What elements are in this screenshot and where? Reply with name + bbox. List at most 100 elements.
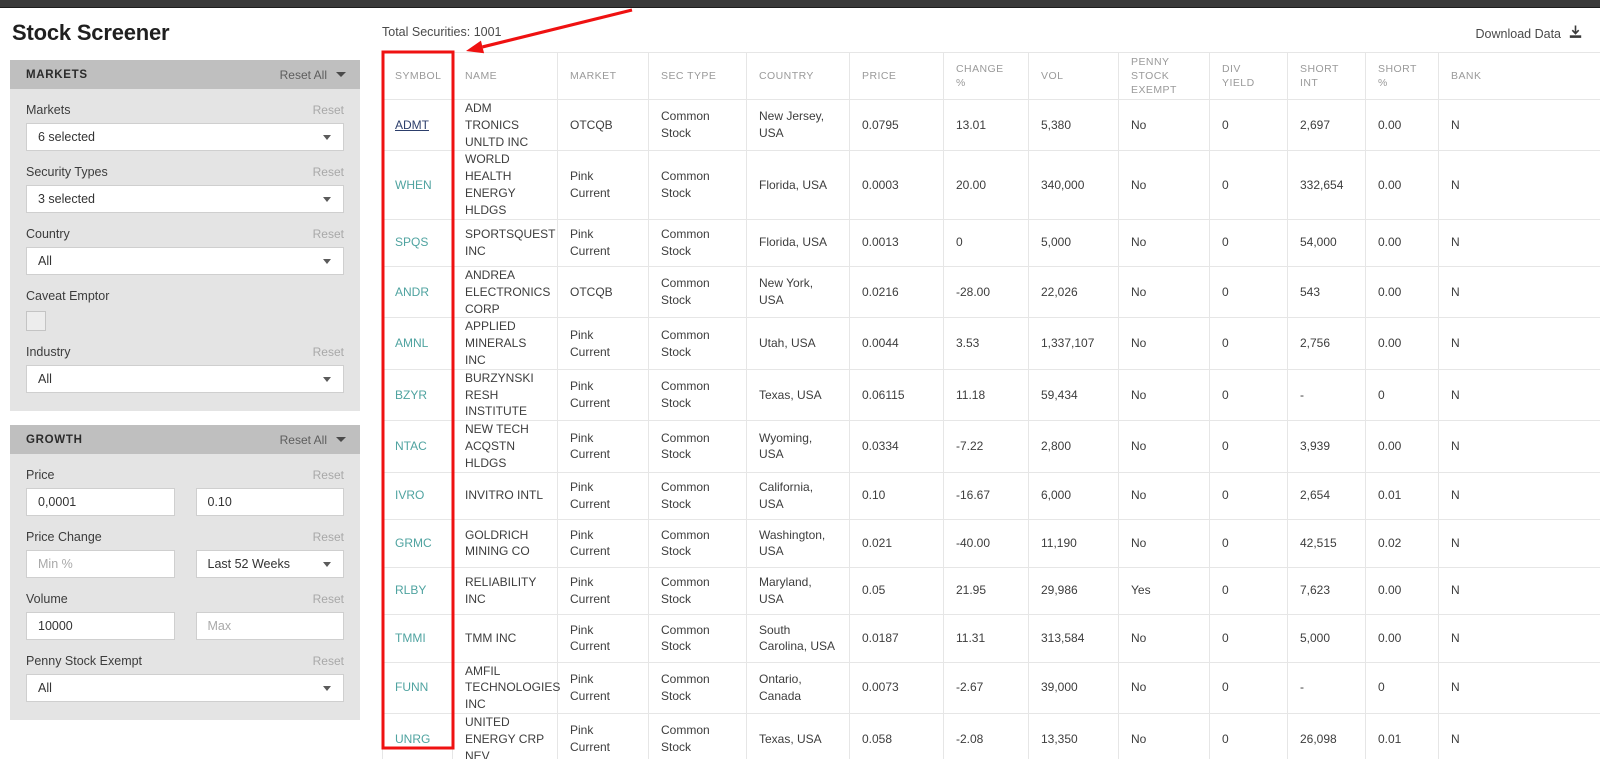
industry-select[interactable]: All <box>26 365 344 393</box>
cell-bank: N <box>1438 317 1600 370</box>
cell-country: California, USA <box>746 471 850 521</box>
table-row[interactable]: BZYR BURZYNSKI RESH INSTITUTE Pink Current… <box>382 368 1600 422</box>
filter-price-change-reset[interactable]: Reset <box>313 530 344 544</box>
chevron-down-icon <box>323 561 331 567</box>
volume-max-input[interactable]: Max <box>195 612 344 640</box>
cell-bank: N <box>1438 614 1600 663</box>
table-row[interactable]: SPQS SPORTSQUEST INC Pink Current Common St… <box>382 218 1600 268</box>
cell-vol: 59,434 <box>1028 368 1119 422</box>
cell-vol: 29,986 <box>1028 566 1119 616</box>
filter-penny-stock-exempt-reset[interactable]: Reset <box>313 654 344 668</box>
column-header-symbol[interactable]: SYMBOL <box>382 52 453 100</box>
table-row[interactable]: ANDR ANDREA ELECTRONICS CORP OTCQB Common S… <box>382 266 1600 319</box>
panel-markets: MARKETS Reset All Markets Reset 6 select… <box>10 60 360 411</box>
cell-name: ANDREA ELECTRONICS CORP <box>452 266 558 319</box>
symbol-link[interactable]: GRMC <box>395 536 432 550</box>
table-row[interactable]: WHEN WORLD HEALTH ENERGY HLDGS Pink Curren… <box>382 150 1600 220</box>
cell-price: 0.0334 <box>849 420 944 473</box>
download-icon <box>1569 25 1582 42</box>
cell-penny-exempt: No <box>1118 266 1210 319</box>
table-row[interactable]: GRMC GOLDRICH MINING CO Pink Current Common… <box>382 519 1600 568</box>
cell-name: UNITED ENERGY CRP NEV <box>452 713 558 759</box>
symbol-link[interactable]: ADMT <box>395 118 429 132</box>
volume-min-input[interactable]: 10000 <box>26 612 175 640</box>
column-header-penny-exempt[interactable]: PENNY STOCK EXEMPT <box>1118 52 1210 100</box>
cell-sec-type: Common Stock <box>648 713 747 759</box>
caveat-emptor-checkbox[interactable] <box>26 311 46 331</box>
cell-sec-type: Common Stock <box>648 98 747 152</box>
panel-growth-title: GROWTH <box>26 433 83 446</box>
column-header-sec-type[interactable]: SEC TYPE <box>648 52 747 100</box>
cell-vol: 5,380 <box>1028 98 1119 152</box>
filter-country-reset[interactable]: Reset <box>313 227 344 241</box>
cell-div-yield: 0 <box>1209 471 1288 521</box>
symbol-link[interactable]: SPQS <box>395 235 428 249</box>
panel-growth-reset-all[interactable]: Reset All <box>280 433 327 447</box>
table-row[interactable]: FUNN AMFIL TECHNOLOGIES INC Pink Current Co… <box>382 661 1600 715</box>
symbol-link[interactable]: NTAC <box>395 439 427 453</box>
panel-growth-header[interactable]: GROWTH Reset All <box>10 425 360 454</box>
filter-price-reset[interactable]: Reset <box>313 468 344 482</box>
cell-short-int: 5,000 <box>1287 614 1366 663</box>
price-change-period-value: Last 52 Weeks <box>207 557 290 571</box>
cell-div-yield: 0 <box>1209 661 1288 715</box>
chevron-down-icon[interactable] <box>336 437 346 442</box>
panel-markets-body: Markets Reset 6 selected Security Types … <box>10 89 360 411</box>
filter-markets-reset[interactable]: Reset <box>313 103 344 117</box>
security-types-select[interactable]: 3 selected <box>26 185 344 213</box>
table-row[interactable]: IVRO INVITRO INTL Pink Current Common Stock… <box>382 471 1600 521</box>
filter-industry-reset[interactable]: Reset <box>313 345 344 359</box>
cell-price: 0.0216 <box>849 266 944 319</box>
column-header-price[interactable]: PRICE <box>849 52 944 100</box>
symbol-link[interactable]: FUNN <box>395 680 428 694</box>
markets-select[interactable]: 6 selected <box>26 123 344 151</box>
price-max-input[interactable]: 0.10 <box>195 488 344 516</box>
column-header-name[interactable]: NAME <box>452 52 558 100</box>
column-header-market[interactable]: MARKET <box>557 52 649 100</box>
chevron-down-icon <box>323 685 331 691</box>
column-header-short-int[interactable]: SHORT INT <box>1287 52 1366 100</box>
filter-caveat-emptor-label: Caveat Emptor <box>26 289 110 303</box>
security-types-select-value: 3 selected <box>38 192 95 206</box>
symbol-link[interactable]: ANDR <box>395 285 429 299</box>
cell-penny-exempt: No <box>1118 471 1210 521</box>
column-header-change-pct[interactable]: CHANGE % <box>943 52 1029 100</box>
cell-vol: 39,000 <box>1028 661 1119 715</box>
panel-markets-reset-all[interactable]: Reset All <box>280 68 327 82</box>
column-header-short-pct[interactable]: SHORT % <box>1365 52 1439 100</box>
table-row[interactable]: ADMT ADM TRONICS UNLTD INC OTCQB Common Sto… <box>382 98 1600 152</box>
table-row[interactable]: NTAC NEW TECH ACQSTN HLDGS Pink Current Com… <box>382 420 1600 473</box>
penny-stock-exempt-select[interactable]: All <box>26 674 344 702</box>
price-change-min-input[interactable]: Min % <box>26 550 175 578</box>
symbol-link[interactable]: WHEN <box>395 178 432 192</box>
symbol-link[interactable]: RLBY <box>395 583 426 597</box>
cell-symbol: ADMT <box>382 98 453 152</box>
country-select[interactable]: All <box>26 247 344 275</box>
price-change-period-select[interactable]: Last 52 Weeks <box>195 550 344 578</box>
column-header-div-yield[interactable]: DIV YIELD <box>1209 52 1288 100</box>
table-row[interactable]: RLBY RELIABILITY INC Pink Current Common St… <box>382 566 1600 616</box>
symbol-link[interactable]: IVRO <box>395 488 424 502</box>
cell-change-pct: 0 <box>943 218 1029 268</box>
price-min-input[interactable]: 0,0001 <box>26 488 175 516</box>
filter-volume-reset[interactable]: Reset <box>313 592 344 606</box>
chevron-down-icon[interactable] <box>336 72 346 77</box>
column-header-vol[interactable]: VOL <box>1028 52 1119 100</box>
filter-security-types: Security Types Reset 3 selected <box>26 165 344 213</box>
table-row[interactable]: UNRG UNITED ENERGY CRP NEV Pink Current Com… <box>382 713 1600 759</box>
symbol-link[interactable]: TMMI <box>395 631 426 645</box>
symbol-link[interactable]: AMNL <box>395 336 428 350</box>
securities-table: SYMBOL NAME MARKET SEC TYPE COUNTRY PRIC… <box>382 52 1600 759</box>
column-header-bank[interactable]: BANK <box>1438 52 1600 100</box>
cell-symbol: WHEN <box>382 150 453 220</box>
column-header-country[interactable]: COUNTRY <box>746 52 850 100</box>
table-row[interactable]: TMMI TMM INC Pink Current Common Stock South… <box>382 614 1600 663</box>
filter-security-types-reset[interactable]: Reset <box>313 165 344 179</box>
cell-country: Utah, USA <box>746 317 850 370</box>
table-row[interactable]: AMNL APPLIED MINERALS INC Pink Current Comm… <box>382 317 1600 370</box>
symbol-link[interactable]: UNRG <box>395 732 430 746</box>
symbol-link[interactable]: BZYR <box>395 388 427 402</box>
panel-markets-header[interactable]: MARKETS Reset All <box>10 60 360 89</box>
cell-symbol: AMNL <box>382 317 453 370</box>
download-data-button[interactable]: Download Data <box>1476 25 1582 42</box>
